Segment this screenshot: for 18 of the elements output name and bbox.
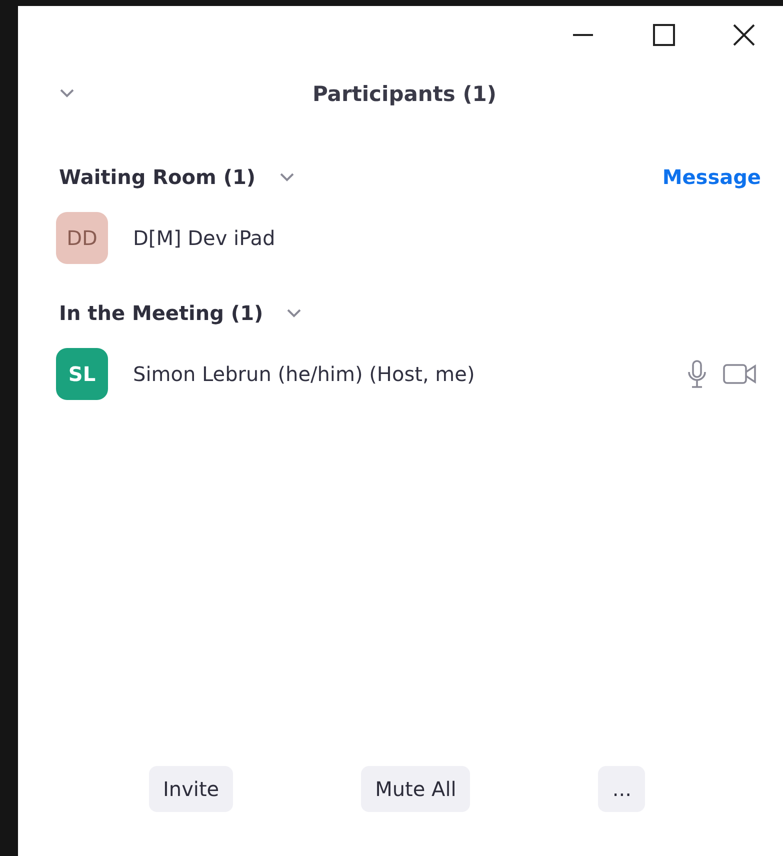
- avatar: SL: [56, 348, 108, 400]
- footer-button[interactable]: Mute All: [361, 766, 470, 812]
- message-link[interactable]: Message: [662, 165, 761, 189]
- chevron-icon[interactable]: [278, 171, 296, 183]
- section-title: In the Meeting (1): [59, 301, 264, 325]
- microphone-icon[interactable]: [687, 359, 707, 389]
- close-icon[interactable]: [733, 24, 755, 46]
- chevron-icon[interactable]: [58, 87, 76, 99]
- chevron-icon[interactable]: [285, 307, 304, 319]
- section-title: Waiting Room (1): [59, 165, 256, 189]
- footer-button[interactable]: Invite: [149, 766, 234, 812]
- footer-button[interactable]: ...: [598, 766, 646, 812]
- panel-title: Participants (1): [312, 82, 497, 106]
- avatar: DD: [56, 212, 108, 264]
- maximize-icon[interactable]: [653, 24, 675, 46]
- participant-name: D[M] Dev iPad: [133, 226, 276, 250]
- video-camera-icon[interactable]: [723, 363, 757, 385]
- participant-name: Simon Lebrun (he/him) (Host, me): [133, 362, 475, 386]
